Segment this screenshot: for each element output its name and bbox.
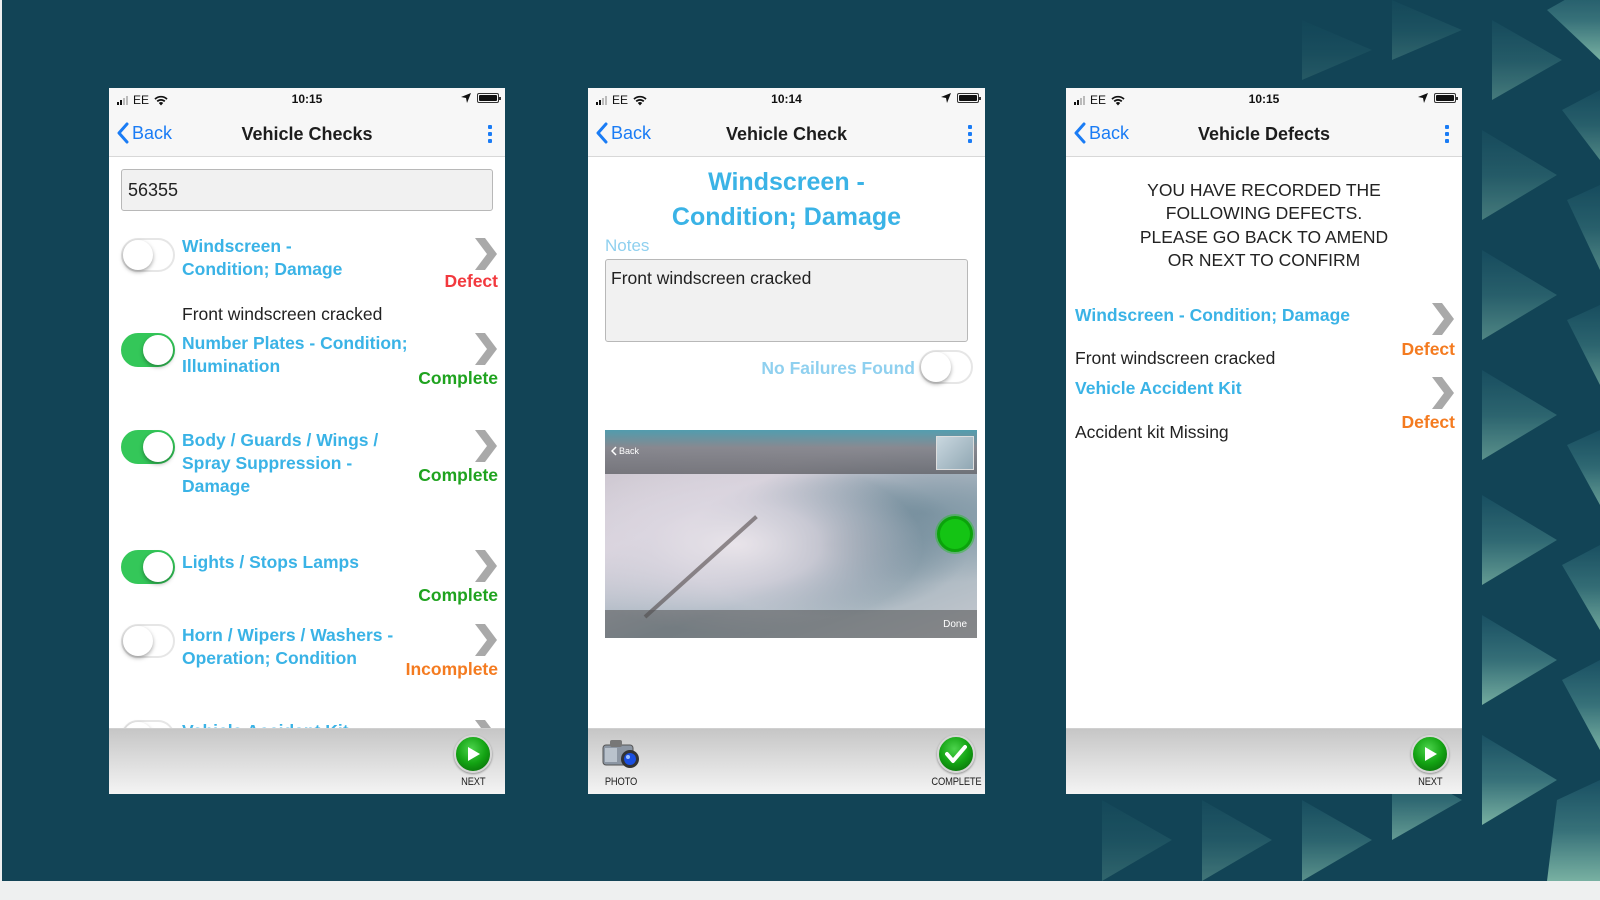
bottom-toolbar: PHOTO COMPLETE	[588, 728, 985, 794]
check-item-title: Windscreen - Condition; Damage	[182, 236, 343, 279]
no-failures-found-toggle[interactable]	[919, 350, 973, 384]
status-bar: EE 10:14	[588, 88, 985, 112]
back-label: Back	[611, 122, 652, 143]
location-arrow-icon	[1418, 93, 1428, 103]
defect-photo[interactable]: Back Done	[605, 430, 977, 638]
photo-done-button[interactable]: Done	[943, 619, 967, 630]
message-line: FOLLOWING DEFECTS.	[1165, 203, 1363, 224]
photo-back-label: Back	[619, 446, 640, 456]
back-label: Back	[132, 122, 173, 143]
defect-status: Defect	[1401, 412, 1456, 432]
back-button[interactable]: Back	[117, 122, 172, 144]
defect-note: Accident kit Missing	[1075, 422, 1229, 442]
next-button[interactable]: NEXT	[438, 735, 505, 788]
phone-vehicle-check-detail: EE 10:14 Back Vehicle Check Windscreen -…	[588, 88, 985, 794]
check-status-complete: Complete	[418, 585, 498, 605]
check-toggle[interactable]	[121, 238, 175, 272]
status-bar: EE 10:15	[1066, 88, 1462, 112]
location-arrow-icon	[941, 93, 951, 103]
chevron-left-icon	[117, 122, 129, 144]
check-item-title: Horn / Wipers / Washers - Operation; Con…	[182, 625, 394, 668]
status-bar: EE 10:15	[109, 88, 505, 112]
notes-label: Notes	[605, 236, 650, 255]
check-toggle[interactable]	[121, 550, 175, 584]
next-label: NEXT	[1417, 776, 1443, 788]
chevron-right-icon[interactable]	[473, 430, 497, 462]
more-menu-icon[interactable]	[487, 125, 493, 143]
navigation-bar: Back Vehicle Checks	[109, 112, 505, 157]
next-label: NEXT	[460, 776, 486, 788]
check-status-incomplete: Incomplete	[405, 659, 498, 679]
vehicle-number-input[interactable]	[121, 169, 493, 211]
no-failures-found-label: No Failures Found	[761, 358, 915, 378]
check-title: Windscreen - Condition; Damage	[588, 165, 985, 235]
photo-button[interactable]: PHOTO	[588, 735, 656, 788]
clock: 10:15	[291, 92, 323, 106]
navigation-bar: Back Vehicle Check	[588, 112, 985, 157]
bottom-toolbar: NEXT	[1066, 728, 1462, 794]
check-title-line-2: Condition; Damage	[671, 203, 902, 231]
message-line: YOU HAVE RECORDED THE	[1147, 180, 1381, 200]
message-line: PLEASE GO BACK TO AMEND	[1139, 226, 1389, 247]
next-button[interactable]: NEXT	[1395, 735, 1462, 788]
chevron-left-icon	[1074, 122, 1086, 144]
back-button[interactable]: Back	[596, 122, 651, 144]
clock: 10:14	[771, 92, 802, 106]
chevron-right-icon[interactable]	[473, 550, 497, 582]
defect-title: Vehicle Accident Kit	[1075, 378, 1242, 398]
more-menu-icon[interactable]	[1444, 125, 1450, 143]
phone-vehicle-defects: EE 10:15 Back Vehicle Defects YOU HAVE R…	[1066, 88, 1462, 794]
defect-status: Defect	[1401, 339, 1456, 359]
chevron-right-icon[interactable]	[473, 624, 497, 656]
navigation-bar: Back Vehicle Defects	[1066, 112, 1462, 157]
more-menu-icon[interactable]	[967, 125, 973, 143]
check-item-title: Lights / Stops Lamps	[182, 552, 359, 572]
slide-background: EE 10:15 Back Vehicle Checks Windscreen …	[2, 0, 1600, 881]
photo-label: PHOTO	[604, 776, 638, 788]
check-status-complete: Complete	[418, 465, 498, 485]
next-play-icon	[454, 735, 492, 773]
location-arrow-icon	[461, 93, 471, 103]
shutter-button[interactable]	[937, 516, 973, 552]
defects-confirmation-message: YOU HAVE RECORDED THE FOLLOWING DEFECTS.…	[1066, 179, 1462, 272]
bottom-toolbar: NEXT	[109, 728, 505, 794]
chevron-left-icon	[596, 122, 608, 144]
chevron-right-icon[interactable]	[473, 238, 497, 270]
battery-icon	[477, 93, 501, 103]
check-item-title: Number Plates - Condition; Illumination	[182, 333, 408, 376]
check-status-complete: Complete	[418, 368, 498, 388]
check-item-note: Front windscreen cracked	[182, 304, 383, 324]
complete-label: COMPLETE	[930, 776, 982, 788]
photo-thumbnail[interactable]	[936, 436, 974, 470]
clock: 10:15	[1248, 92, 1280, 106]
photo-back-button[interactable]: Back	[611, 446, 639, 456]
check-toggle[interactable]	[121, 624, 175, 658]
next-play-icon	[1411, 735, 1449, 773]
back-label: Back	[1089, 122, 1130, 143]
battery-icon	[1434, 93, 1458, 103]
chevron-left-icon	[611, 446, 617, 456]
check-toggle[interactable]	[121, 333, 175, 367]
notes-textarea[interactable]: Front windscreen cracked	[605, 259, 968, 342]
check-mark-icon	[937, 735, 975, 773]
phone-vehicle-checks: EE 10:15 Back Vehicle Checks Windscreen …	[109, 88, 505, 794]
check-status-defect: Defect	[444, 271, 499, 291]
complete-button[interactable]: COMPLETE	[921, 735, 985, 788]
chevron-right-icon[interactable]	[473, 333, 497, 365]
camera-icon	[602, 740, 639, 768]
check-title-line-1: Windscreen -	[708, 168, 865, 196]
battery-icon	[957, 93, 981, 103]
back-button[interactable]: Back	[1074, 122, 1129, 144]
chevron-right-icon[interactable]	[1430, 377, 1454, 409]
check-item-title: Body / Guards / Wings / Spray Suppressio…	[182, 430, 379, 496]
message-line: OR NEXT TO CONFIRM	[1167, 249, 1361, 270]
defect-title: Windscreen - Condition; Damage	[1075, 305, 1351, 325]
check-toggle[interactable]	[121, 430, 175, 464]
defect-note: Front windscreen cracked	[1075, 348, 1276, 368]
chevron-right-icon[interactable]	[1430, 303, 1454, 335]
